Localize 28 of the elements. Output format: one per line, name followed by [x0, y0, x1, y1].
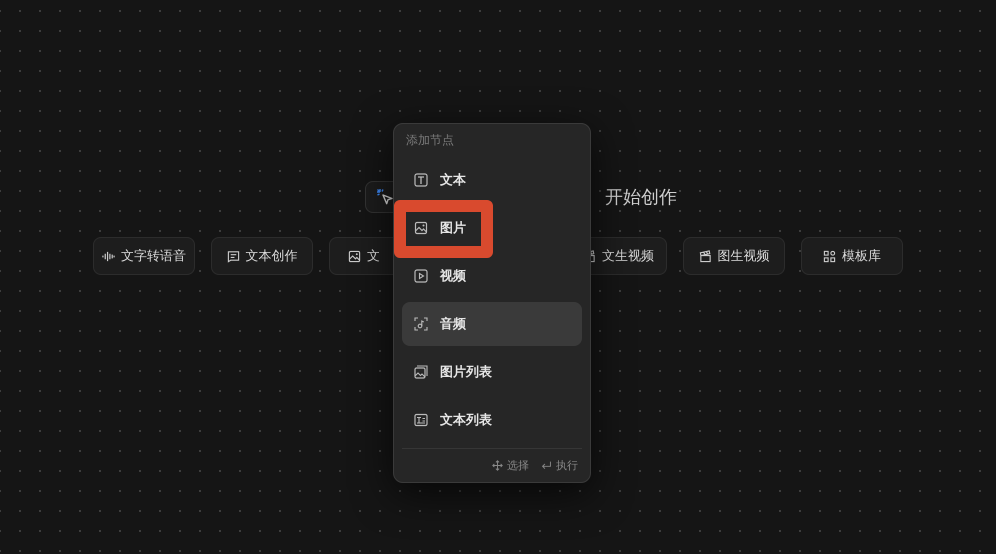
quick-action-button[interactable]: 文字转语音: [93, 237, 195, 275]
image-icon: [414, 221, 428, 235]
quick-action-button[interactable]: 图生视频: [683, 237, 785, 275]
image-icon: [348, 250, 361, 262]
waveform-icon: [102, 250, 115, 262]
image-list-icon: [414, 365, 428, 379]
video-icon: [414, 269, 428, 283]
menu-item[interactable]: 文本列表: [402, 398, 582, 442]
quick-action-button[interactable]: 模板库: [801, 237, 903, 275]
menu-item[interactable]: 文本: [402, 158, 582, 202]
text-list-icon: [414, 413, 428, 427]
audio-icon: [414, 317, 428, 331]
shortcut-hint: 选择: [492, 458, 529, 473]
hint-text: 开始创作: [605, 186, 677, 209]
enter-icon: [541, 460, 552, 471]
menu-item[interactable]: 视频: [402, 254, 582, 298]
menu-item[interactable]: 图片: [402, 206, 582, 250]
menu-item[interactable]: 图片列表: [402, 350, 582, 394]
click-cursor-icon: [376, 188, 394, 206]
grid-icon: [823, 250, 836, 262]
note-icon: [226, 250, 240, 262]
text-icon: [414, 173, 428, 187]
quick-action-button[interactable]: 文本创作: [211, 237, 313, 275]
menu-title: 添加节点: [405, 132, 455, 149]
shortcut-hint: 执行: [541, 458, 578, 473]
clapperboard-icon: [698, 250, 712, 262]
menu-item[interactable]: 音频: [402, 302, 582, 346]
move-icon: [492, 460, 503, 471]
